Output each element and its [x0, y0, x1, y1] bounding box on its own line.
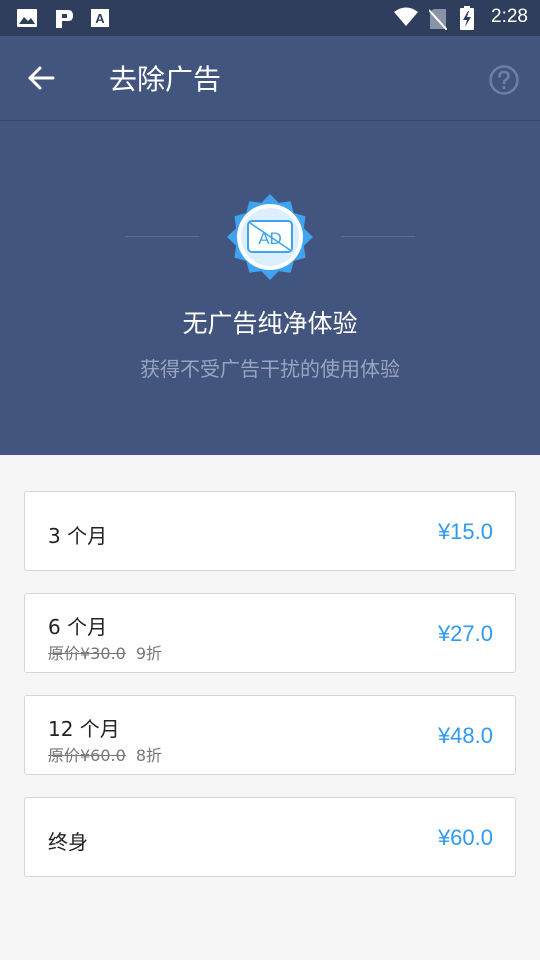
plan-list: 3 个月 ¥15.0 6 个月 原价¥30.0 9折 ¥27.0 12 个月 原价…	[24, 491, 516, 899]
plan-name: 6 个月	[48, 615, 108, 639]
plan-card-6-months[interactable]: 6 个月 原价¥30.0 9折 ¥27.0	[24, 593, 516, 673]
hero-divider-right	[341, 236, 415, 237]
no-ads-badge-icon: AD	[227, 194, 313, 280]
app-bar: 去除广告	[0, 36, 540, 121]
plan-name: 12 个月	[48, 717, 120, 741]
image-icon	[17, 9, 37, 27]
plan-card-lifetime[interactable]: 终身 ¥60.0	[24, 797, 516, 877]
arrow-left-icon	[28, 66, 55, 90]
plan-subtext: 原价¥30.0 9折	[48, 640, 162, 664]
hero-divider-left	[125, 236, 199, 237]
font-app-icon: A	[91, 9, 109, 27]
plan-price: ¥27.0	[437, 621, 493, 646]
plan-price: ¥15.0	[437, 519, 493, 544]
help-button[interactable]	[488, 64, 520, 96]
wifi-icon	[394, 7, 418, 26]
badge-text: AD	[258, 229, 282, 248]
plan-name: 终身	[48, 830, 88, 854]
plan-subtext: 原价¥60.0 8折	[48, 742, 162, 766]
battery-charging-icon	[460, 6, 474, 30]
status-bar: A 2:28	[0, 0, 540, 36]
original-price: 原价¥30.0	[48, 644, 126, 663]
plan-card-12-months[interactable]: 12 个月 原价¥60.0 8折 ¥48.0	[24, 695, 516, 775]
plan-price: ¥60.0	[437, 825, 493, 850]
no-sim-icon	[429, 9, 447, 30]
plan-name: 3 个月	[48, 524, 108, 548]
parking-app-icon	[56, 10, 73, 28]
page-title: 去除广告	[109, 63, 222, 96]
hero-subtitle: 获得不受广告干扰的使用体验	[140, 357, 400, 381]
original-price: 原价¥60.0	[48, 746, 126, 765]
hero-section: AD 无广告纯净体验 获得不受广告干扰的使用体验	[0, 121, 540, 455]
help-circle-icon	[489, 65, 519, 95]
svg-text:A: A	[95, 11, 105, 26]
back-button[interactable]	[22, 58, 62, 98]
plan-card-3-months[interactable]: 3 个月 ¥15.0	[24, 491, 516, 571]
plan-price: ¥48.0	[437, 723, 493, 748]
discount-label: 8折	[135, 746, 162, 765]
discount-label: 9折	[135, 644, 162, 663]
status-time: 2:28	[491, 6, 528, 27]
hero-title: 无广告纯净体验	[182, 309, 358, 338]
